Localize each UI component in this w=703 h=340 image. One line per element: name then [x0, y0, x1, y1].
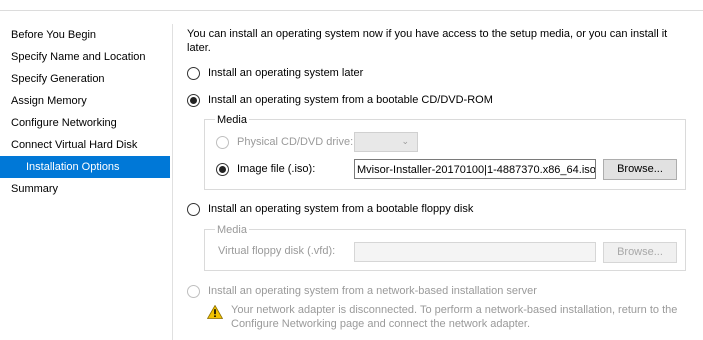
nav-assign-memory[interactable]: Assign Memory: [0, 90, 170, 112]
option-install-floppy-label: Install an operating system from a boota…: [208, 203, 474, 215]
virtual-floppy-label: Virtual floppy disk (.vfd):: [218, 245, 336, 257]
option-install-cd-dvd-label: Install an operating system from a boota…: [208, 94, 493, 106]
warning-icon: [207, 305, 223, 319]
radio-empty-icon[interactable]: [216, 135, 229, 149]
chevron-down-icon: ⌄: [401, 136, 409, 146]
option-physical-drive[interactable]: Physical CD/DVD drive:: [216, 133, 353, 151]
radio-empty-icon[interactable]: [187, 66, 200, 80]
option-install-floppy[interactable]: Install an operating system from a boota…: [187, 200, 473, 218]
browse-iso-button[interactable]: Browse...: [603, 159, 677, 180]
radio-empty-icon[interactable]: [187, 202, 200, 216]
option-install-network-label: Install an operating system from a netwo…: [208, 285, 537, 297]
wizard-steps-sidebar: Before You Begin Specify Name and Locati…: [0, 24, 170, 200]
nav-configure-networking[interactable]: Configure Networking: [0, 112, 170, 134]
nav-specify-generation[interactable]: Specify Generation: [0, 68, 170, 90]
nav-before-you-begin[interactable]: Before You Begin: [0, 24, 170, 46]
option-install-cd-dvd[interactable]: Install an operating system from a boota…: [187, 91, 493, 109]
cd-media-group: Media Physical CD/DVD drive: ⌄ Image fil…: [204, 114, 686, 190]
nav-connect-virtual-hard-disk[interactable]: Connect Virtual Hard Disk: [0, 134, 170, 156]
radio-selected-icon[interactable]: [187, 93, 200, 107]
radio-selected-icon[interactable]: [216, 162, 229, 176]
browse-vfd-button[interactable]: Browse...: [603, 242, 677, 263]
nav-summary[interactable]: Summary: [0, 178, 170, 200]
option-install-network[interactable]: Install an operating system from a netwo…: [187, 282, 537, 300]
physical-drive-dropdown[interactable]: ⌄: [354, 132, 418, 152]
floppy-media-group: Media Virtual floppy disk (.vfd): Browse…: [204, 224, 686, 271]
image-file-label: Image file (.iso):: [237, 163, 316, 175]
intro-text: You can install an operating system now …: [187, 28, 668, 54]
option-install-later-label: Install an operating system later: [208, 67, 364, 79]
window-top-edge: [0, 0, 703, 11]
radio-empty-icon[interactable]: [187, 284, 200, 298]
network-warning: Your network adapter is disconnected. To…: [207, 303, 697, 331]
nav-specify-name-location[interactable]: Specify Name and Location: [0, 46, 170, 68]
option-image-file[interactable]: Image file (.iso):: [216, 160, 315, 178]
option-install-later[interactable]: Install an operating system later: [187, 64, 363, 82]
network-warning-text: Your network adapter is disconnected. To…: [231, 304, 678, 330]
physical-drive-label: Physical CD/DVD drive:: [237, 136, 354, 148]
image-file-path-input[interactable]: Mvisor-Installer-20170100|1-4887370.x86_…: [354, 159, 596, 179]
floppy-media-group-title: Media: [215, 224, 249, 236]
nav-installation-options[interactable]: Installation Options: [0, 156, 170, 178]
cd-media-group-title: Media: [215, 114, 249, 126]
virtual-floppy-path-input[interactable]: [354, 242, 596, 262]
sidebar-divider: [172, 24, 173, 340]
